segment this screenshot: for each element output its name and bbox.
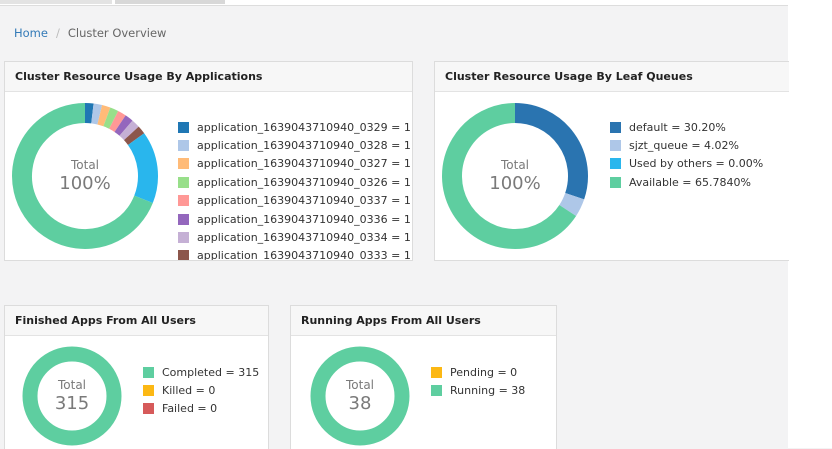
tab-placeholder-active[interactable] [115, 0, 225, 4]
leaf-queues-title: Cluster Resource Usage By Leaf Queues [435, 62, 789, 92]
donut-segment[interactable] [107, 117, 114, 120]
finished-apps-center-label: Total [22, 378, 122, 392]
legend-label: application_1639043710940_0328 = 1.88% [197, 139, 413, 152]
legend-label: sjzt_queue = 4.02% [629, 139, 739, 152]
legend-item[interactable]: application_1639043710940_0328 = 1.88% [178, 136, 413, 154]
leaf-queues-center: Total 100% [465, 158, 565, 194]
donut-segment[interactable] [568, 196, 575, 210]
legend-swatch [178, 140, 189, 151]
legend-swatch [610, 158, 621, 169]
running-apps-center: Total 38 [310, 378, 410, 414]
legend-label: application_1639043710940_0337 = 1.88% [197, 194, 413, 207]
legend-item[interactable]: application_1639043710940_0337 = 1.88% [178, 192, 413, 210]
legend-swatch [178, 232, 189, 243]
legend-item[interactable]: Pending = 0 [431, 363, 525, 381]
legend-label: application_1639043710940_0326 = 1.88% [197, 176, 413, 189]
donut-segment[interactable] [120, 124, 126, 128]
legend-label: Running = 38 [450, 384, 525, 397]
legend-swatch [610, 122, 621, 133]
apps-usage-center: Total 100% [35, 158, 135, 194]
legend-label: Completed = 315 [162, 366, 259, 379]
legend-label: Used by others = 0.00% [629, 157, 763, 170]
running-apps-title: Running Apps From All Users [291, 306, 556, 336]
breadcrumb: Home / Cluster Overview [14, 26, 166, 40]
right-margin [788, 0, 832, 448]
apps-usage-center-value: 100% [35, 173, 135, 194]
legend-item[interactable]: Used by others = 0.00% [610, 155, 763, 173]
tab-placeholder[interactable] [0, 0, 112, 4]
legend-label: Pending = 0 [450, 366, 517, 379]
leaf-queues-panel: Cluster Resource Usage By Leaf Queues To… [434, 61, 789, 261]
finished-apps-title: Finished Apps From All Users [5, 306, 268, 336]
apps-usage-title: Cluster Resource Usage By Applications [5, 62, 412, 92]
legend-item[interactable]: application_1639043710940_0336 = 1.88% [178, 210, 413, 228]
legend-item[interactable]: application_1639043710940_0333 = 1.88% [178, 247, 413, 261]
top-tab-strip [0, 0, 788, 6]
finished-apps-legend: Completed = 315 Killed = 0 Failed = 0 [143, 363, 259, 418]
leaf-queues-center-label: Total [465, 158, 565, 172]
breadcrumb-home-link[interactable]: Home [14, 26, 48, 40]
legend-item[interactable]: Completed = 315 [143, 363, 259, 381]
legend-swatch [431, 367, 442, 378]
legend-label: application_1639043710940_0334 = 1.88% [197, 231, 413, 244]
breadcrumb-current: Cluster Overview [68, 26, 167, 40]
legend-item[interactable]: sjzt_queue = 4.02% [610, 136, 763, 154]
donut-segment[interactable] [126, 128, 131, 133]
running-apps-panel: Running Apps From All Users Total 38 Pen… [290, 305, 557, 449]
apps-usage-legend: application_1639043710940_0329 = 1.88% ap… [178, 118, 413, 261]
legend-swatch [143, 403, 154, 414]
legend-label: application_1639043710940_0327 = 1.88% [197, 157, 413, 170]
legend-swatch [610, 140, 621, 151]
legend-item[interactable]: Failed = 0 [143, 400, 259, 418]
legend-swatch [143, 385, 154, 396]
legend-swatch [178, 177, 189, 188]
running-apps-center-label: Total [310, 378, 410, 392]
legend-swatch [178, 250, 189, 261]
legend-swatch [143, 367, 154, 378]
legend-label: application_1639043710940_0336 = 1.88% [197, 213, 413, 226]
legend-label: default = 30.20% [629, 121, 726, 134]
legend-item[interactable]: Running = 38 [431, 381, 525, 399]
legend-label: Failed = 0 [162, 402, 217, 415]
donut-segment[interactable] [131, 133, 136, 139]
legend-item[interactable]: application_1639043710940_0327 = 1.88% [178, 155, 413, 173]
running-apps-center-value: 38 [310, 393, 410, 414]
legend-item[interactable]: application_1639043710940_0329 = 1.88% [178, 118, 413, 136]
legend-swatch [178, 122, 189, 133]
leaf-queues-legend: default = 30.20% sjzt_queue = 4.02% Used b… [610, 118, 763, 192]
legend-label: Killed = 0 [162, 384, 215, 397]
legend-item[interactable]: default = 30.20% [610, 118, 763, 136]
finished-apps-panel: Finished Apps From All Users Total 315 C… [4, 305, 269, 449]
legend-swatch [431, 385, 442, 396]
breadcrumb-separator: / [56, 26, 60, 40]
donut-segment[interactable] [136, 139, 148, 199]
legend-swatch [178, 158, 189, 169]
donut-segment[interactable] [100, 115, 107, 117]
finished-apps-center-value: 315 [22, 393, 122, 414]
donut-segment[interactable] [114, 120, 120, 124]
legend-label: application_1639043710940_0333 = 1.88% [197, 249, 413, 261]
finished-apps-center: Total 315 [22, 378, 122, 414]
apps-usage-center-label: Total [35, 158, 135, 172]
legend-swatch [178, 195, 189, 206]
tab-divider [0, 5, 788, 6]
donut-segment[interactable] [92, 113, 99, 114]
legend-item[interactable]: Killed = 0 [143, 381, 259, 399]
legend-label: application_1639043710940_0329 = 1.88% [197, 121, 413, 134]
apps-usage-panel: Cluster Resource Usage By Applications T… [4, 61, 413, 261]
legend-swatch [610, 177, 621, 188]
legend-label: Available = 65.7840% [629, 176, 751, 189]
legend-item[interactable]: application_1639043710940_0334 = 1.88% [178, 228, 413, 246]
running-apps-legend: Pending = 0 Running = 38 [431, 363, 525, 400]
leaf-queues-center-value: 100% [465, 173, 565, 194]
legend-item[interactable]: Available = 65.7840% [610, 173, 763, 191]
legend-swatch [178, 214, 189, 225]
legend-item[interactable]: application_1639043710940_0326 = 1.88% [178, 173, 413, 191]
